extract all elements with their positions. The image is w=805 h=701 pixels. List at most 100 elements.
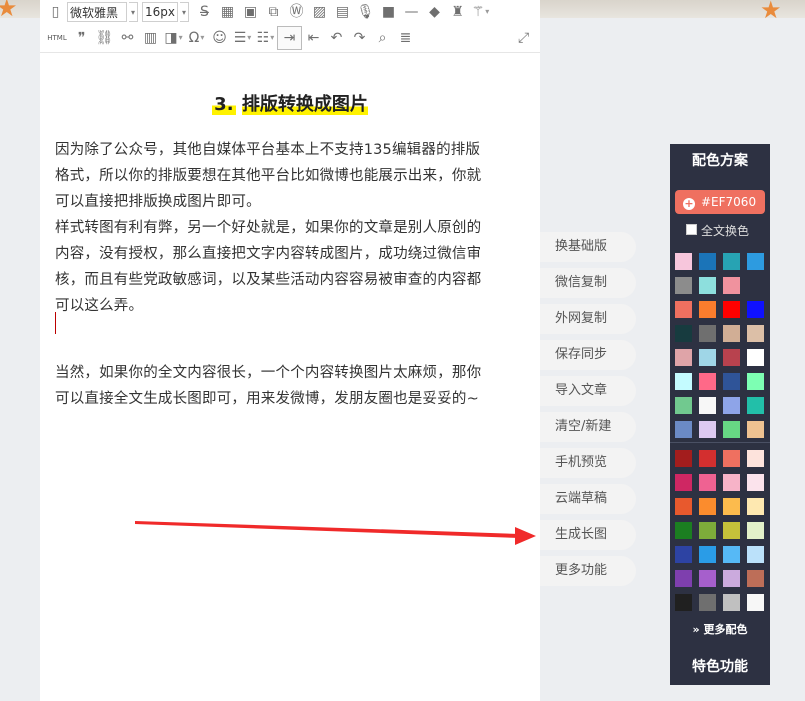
microphone-icon[interactable]: 🎙 bbox=[354, 1, 377, 23]
find-replace-icon[interactable]: ⌕ bbox=[371, 27, 394, 49]
color-swatch[interactable] bbox=[675, 397, 692, 414]
color-swatch[interactable] bbox=[747, 594, 764, 611]
mobile-preview-button[interactable]: 手机预览 bbox=[540, 448, 636, 478]
color-swatch[interactable] bbox=[723, 277, 740, 294]
color-swatch[interactable] bbox=[699, 349, 716, 366]
color-swatch[interactable] bbox=[675, 253, 692, 270]
color-swatch[interactable] bbox=[699, 594, 716, 611]
color-swatch[interactable] bbox=[747, 301, 764, 318]
switch-basic-version-button[interactable]: 换基础版 bbox=[540, 232, 636, 262]
apply-all-checkbox[interactable]: 全文换色 bbox=[686, 222, 749, 239]
color-swatch[interactable] bbox=[699, 277, 716, 294]
color-swatch[interactable] bbox=[675, 594, 692, 611]
ordered-list-icon[interactable]: ☰ bbox=[231, 27, 254, 49]
color-swatch[interactable] bbox=[699, 498, 716, 515]
video-icon[interactable]: ■ bbox=[377, 1, 400, 23]
color-swatch[interactable] bbox=[699, 474, 716, 491]
color-swatch[interactable] bbox=[723, 498, 740, 515]
color-swatch[interactable] bbox=[747, 397, 764, 414]
cloud-draft-button[interactable]: 云端草稿 bbox=[540, 484, 636, 514]
color-swatch[interactable] bbox=[723, 253, 740, 270]
color-swatch[interactable] bbox=[747, 253, 764, 270]
color-swatch[interactable] bbox=[747, 570, 764, 587]
omega-icon[interactable]: Ω bbox=[185, 27, 208, 49]
word-import-icon[interactable]: Ⓦ bbox=[285, 1, 308, 23]
color-swatch[interactable] bbox=[747, 474, 764, 491]
font-size-select[interactable]: 16px bbox=[142, 2, 178, 22]
fullscreen-icon[interactable]: ⤢ bbox=[518, 30, 534, 46]
color-swatch[interactable] bbox=[747, 373, 764, 390]
color-swatch[interactable] bbox=[723, 373, 740, 390]
color-swatch[interactable] bbox=[675, 277, 692, 294]
html-source-button[interactable]: HTML bbox=[44, 27, 70, 49]
magic-wand-icon[interactable]: ⚚ bbox=[469, 1, 492, 23]
color-swatch[interactable] bbox=[675, 373, 692, 390]
unlink-icon[interactable]: ⚯ bbox=[116, 27, 139, 49]
color-swatch[interactable] bbox=[723, 325, 740, 342]
color-swatch[interactable] bbox=[747, 325, 764, 342]
color-swatch[interactable] bbox=[699, 546, 716, 563]
external-copy-button[interactable]: 外网复制 bbox=[540, 304, 636, 334]
background-color-icon[interactable]: ◨ bbox=[162, 27, 185, 49]
undo-icon[interactable]: ↶ bbox=[325, 27, 348, 49]
new-document-icon[interactable]: ▯ bbox=[44, 1, 67, 23]
save-sync-button[interactable]: 保存同步 bbox=[540, 340, 636, 370]
format-brush-icon[interactable]: ♜ bbox=[446, 1, 469, 23]
color-swatch[interactable] bbox=[675, 450, 692, 467]
eraser-icon[interactable]: ◆ bbox=[423, 1, 446, 23]
horizontal-rule-icon[interactable]: — bbox=[400, 1, 423, 23]
special-features-button[interactable]: 特色功能 bbox=[670, 656, 770, 676]
quote-icon[interactable]: ❞ bbox=[70, 27, 93, 49]
color-swatch[interactable] bbox=[747, 522, 764, 539]
color-swatch[interactable] bbox=[675, 546, 692, 563]
generate-long-image-button[interactable]: 生成长图 bbox=[540, 520, 636, 550]
copy-format-icon[interactable]: ⧉ bbox=[262, 1, 285, 23]
strikethrough-icon[interactable]: S̶ bbox=[193, 1, 216, 23]
color-swatch[interactable] bbox=[747, 498, 764, 515]
color-swatch[interactable] bbox=[747, 421, 764, 438]
color-swatch[interactable] bbox=[675, 325, 692, 342]
color-swatch[interactable] bbox=[723, 349, 740, 366]
wechat-copy-button[interactable]: 微信复制 bbox=[540, 268, 636, 298]
color-swatch[interactable] bbox=[675, 301, 692, 318]
color-swatch[interactable] bbox=[723, 421, 740, 438]
color-swatch[interactable] bbox=[675, 498, 692, 515]
font-family-select[interactable]: 微软雅黑 bbox=[67, 2, 127, 22]
color-swatch[interactable] bbox=[723, 450, 740, 467]
gallery-icon[interactable]: ▤ bbox=[331, 1, 354, 23]
color-swatch[interactable] bbox=[699, 325, 716, 342]
color-swatch[interactable] bbox=[699, 301, 716, 318]
insert-image-icon[interactable]: ▨ bbox=[308, 1, 331, 23]
chevron-down-icon[interactable]: ▾ bbox=[129, 2, 138, 22]
current-color-field[interactable]: + #EF7060 bbox=[675, 190, 765, 214]
color-swatch[interactable] bbox=[723, 594, 740, 611]
color-swatch[interactable] bbox=[675, 421, 692, 438]
color-swatch[interactable] bbox=[699, 421, 716, 438]
color-swatch[interactable] bbox=[699, 522, 716, 539]
color-swatch[interactable] bbox=[723, 301, 740, 318]
word-count-icon[interactable]: ≣ bbox=[394, 27, 417, 49]
color-swatch[interactable] bbox=[723, 397, 740, 414]
color-swatch[interactable] bbox=[723, 570, 740, 587]
color-swatch[interactable] bbox=[699, 253, 716, 270]
color-swatch[interactable] bbox=[675, 522, 692, 539]
redo-icon[interactable]: ↷ bbox=[348, 27, 371, 49]
clear-new-button[interactable]: 清空/新建 bbox=[540, 412, 636, 442]
article-paragraph[interactable]: 当然，如果你的全文内容很长，一个个内容转换图片太麻烦，那你 可以直接全文生成长图… bbox=[55, 360, 523, 412]
paragraph-format-icon[interactable]: ▥ bbox=[139, 27, 162, 49]
color-swatch[interactable] bbox=[723, 522, 740, 539]
color-swatch[interactable] bbox=[723, 546, 740, 563]
article-paragraph[interactable]: 因为除了公众号，其他自媒体平台基本上不支持135编辑器的排版 格式，所以你的排版… bbox=[55, 137, 523, 319]
more-colors-button[interactable]: » 更多配色 bbox=[670, 621, 770, 637]
text-direction-ltr-icon[interactable]: ⇥ bbox=[277, 26, 302, 50]
color-swatch[interactable] bbox=[747, 450, 764, 467]
color-swatch[interactable] bbox=[699, 570, 716, 587]
table-icon[interactable]: ▦ bbox=[216, 1, 239, 23]
color-swatch[interactable] bbox=[699, 373, 716, 390]
color-swatch[interactable] bbox=[723, 474, 740, 491]
color-swatch[interactable] bbox=[675, 349, 692, 366]
more-features-button[interactable]: 更多功能 bbox=[540, 556, 636, 586]
chevron-down-icon[interactable]: ▾ bbox=[180, 2, 189, 22]
color-swatch[interactable] bbox=[675, 570, 692, 587]
link-icon[interactable]: ⛓ bbox=[93, 27, 116, 49]
